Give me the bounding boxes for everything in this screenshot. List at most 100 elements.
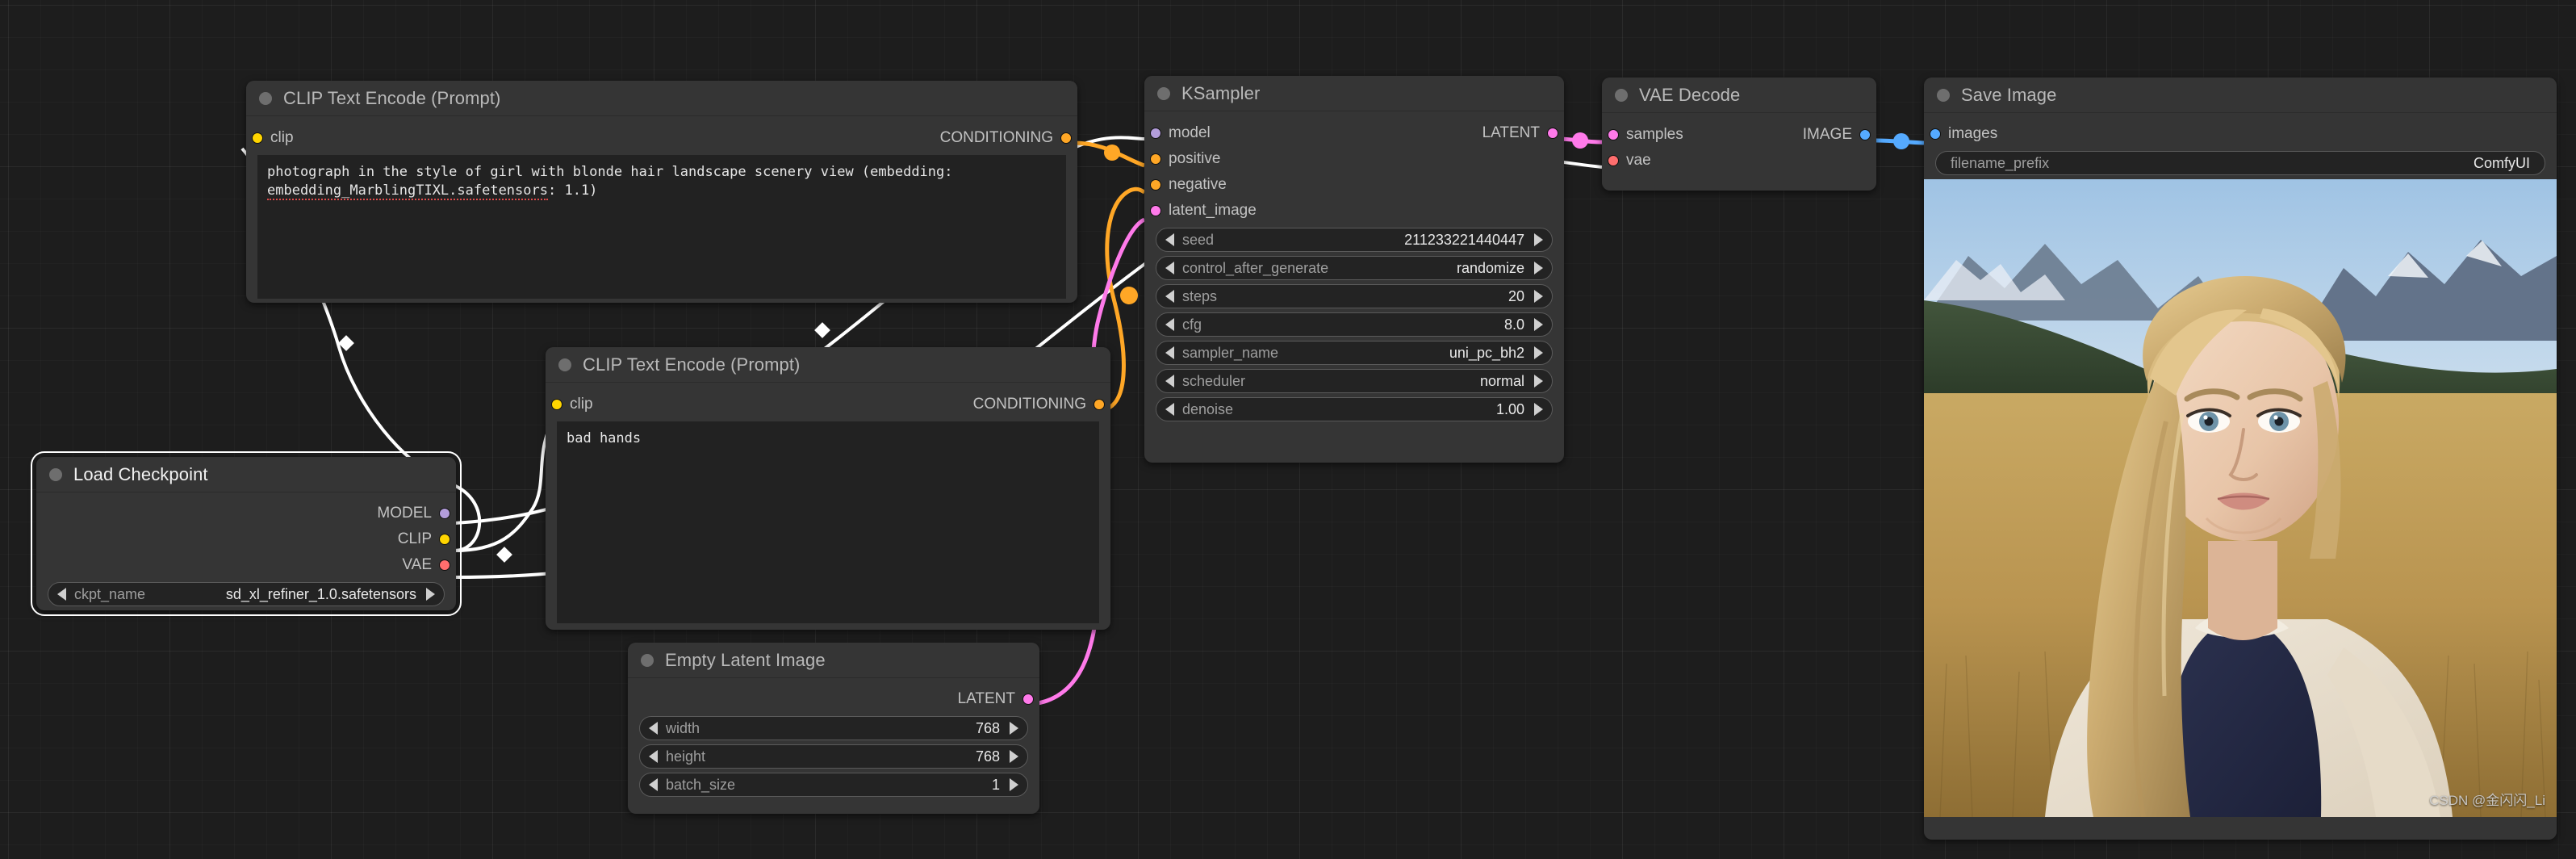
decrement-arrow-icon[interactable] <box>57 588 66 601</box>
model-port-icon[interactable] <box>1150 127 1161 139</box>
comfyui-canvas[interactable]: CLIP Text Encode (Prompt) clip CONDITION… <box>0 0 2576 859</box>
decrement-arrow-icon[interactable] <box>1165 290 1174 303</box>
node-title-bar[interactable]: Empty Latent Image <box>628 643 1039 678</box>
widget-width[interactable]: width 768 <box>639 716 1028 740</box>
node-title-bar[interactable]: VAE Decode <box>1602 78 1876 113</box>
latent-port-icon[interactable] <box>1608 128 1619 140</box>
input-slot-positive[interactable]: positive <box>1144 146 1564 172</box>
increment-arrow-icon[interactable] <box>426 588 435 601</box>
node-body: clip CONDITIONING photograph in the styl… <box>246 116 1077 310</box>
node-title-bar[interactable]: KSampler <box>1144 76 1564 111</box>
clip-port-icon[interactable] <box>252 132 263 144</box>
image-port-icon[interactable] <box>1859 128 1871 140</box>
conditioning-port-icon[interactable] <box>1150 179 1161 191</box>
widget-scheduler[interactable]: scheduler normal <box>1156 369 1553 393</box>
node-save-image[interactable]: Save Image images filename_prefix ComfyU… <box>1924 78 2557 840</box>
input-slot-latent-image[interactable]: latent_image <box>1144 198 1564 224</box>
node-empty-latent-image[interactable]: Empty Latent Image LATENT width 768 heig… <box>628 643 1039 814</box>
node-title-bar[interactable]: Save Image <box>1924 78 2557 113</box>
input-slot-clip[interactable]: clip <box>546 391 593 418</box>
decrement-arrow-icon[interactable] <box>1165 403 1174 416</box>
collapse-dot-icon[interactable] <box>641 653 654 667</box>
collapse-dot-icon[interactable] <box>49 467 62 481</box>
widget-denoise[interactable]: denoise 1.00 <box>1156 397 1553 421</box>
image-port-icon[interactable] <box>1930 128 1941 140</box>
decrement-arrow-icon[interactable] <box>1165 233 1174 246</box>
widget-cfg[interactable]: cfg 8.0 <box>1156 312 1553 337</box>
node-ksampler[interactable]: KSampler model LATENT positive negative <box>1144 76 1564 463</box>
input-slot-model[interactable]: model <box>1144 119 1211 146</box>
output-slot-label: VAE <box>402 556 432 573</box>
increment-arrow-icon[interactable] <box>1534 403 1543 416</box>
prompt-textarea[interactable]: photograph in the style of girl with blo… <box>257 155 1066 299</box>
widget-steps[interactable]: steps 20 <box>1156 284 1553 308</box>
output-slot-vae[interactable]: VAE <box>36 552 456 578</box>
link-midpoint-dot <box>1893 133 1909 149</box>
node-title-text: Save Image <box>1961 84 2057 105</box>
decrement-arrow-icon[interactable] <box>649 778 658 791</box>
increment-arrow-icon[interactable] <box>1010 778 1018 791</box>
output-slot-conditioning[interactable]: CONDITIONING <box>940 124 1077 152</box>
decrement-arrow-icon[interactable] <box>649 722 658 735</box>
increment-arrow-icon[interactable] <box>1534 318 1543 331</box>
decrement-arrow-icon[interactable] <box>1165 318 1174 331</box>
decrement-arrow-icon[interactable] <box>1165 346 1174 359</box>
collapse-dot-icon[interactable] <box>558 358 571 371</box>
output-slot-clip[interactable]: CLIP <box>36 526 456 552</box>
increment-arrow-icon[interactable] <box>1534 262 1543 274</box>
latent-port-icon[interactable] <box>1547 127 1558 139</box>
prompt-textarea[interactable]: bad hands <box>557 421 1099 623</box>
increment-arrow-icon[interactable] <box>1534 346 1543 359</box>
widget-value: ComfyUI <box>2473 154 2530 171</box>
collapse-dot-icon[interactable] <box>259 91 272 105</box>
input-slot-samples[interactable]: samples <box>1602 121 1683 148</box>
input-slot-clip[interactable]: clip <box>246 124 294 152</box>
node-title-text: CLIP Text Encode (Prompt) <box>583 354 801 375</box>
input-slot-negative[interactable]: negative <box>1144 172 1564 198</box>
output-slot-image[interactable]: IMAGE <box>1803 121 1876 148</box>
output-slot-latent[interactable]: LATENT <box>628 686 1039 712</box>
node-clip-text-encode-negative[interactable]: CLIP Text Encode (Prompt) clip CONDITION… <box>546 347 1110 630</box>
widget-seed[interactable]: seed 211233221440447 <box>1156 228 1553 252</box>
clip-port-icon[interactable] <box>551 399 562 410</box>
decrement-arrow-icon[interactable] <box>649 750 658 763</box>
widget-ckpt-name[interactable]: ckpt_name sd_xl_refiner_1.0.safetensors <box>48 582 445 606</box>
output-slot-model[interactable]: MODEL <box>36 501 456 526</box>
vae-port-icon[interactable] <box>1608 155 1619 166</box>
output-slot-latent[interactable]: LATENT <box>1482 119 1564 146</box>
collapse-dot-icon[interactable] <box>1615 88 1628 102</box>
widget-filename-prefix[interactable]: filename_prefix ComfyUI <box>1935 151 2545 175</box>
decrement-arrow-icon[interactable] <box>1165 375 1174 388</box>
node-title-bar[interactable]: CLIP Text Encode (Prompt) <box>246 81 1077 116</box>
vae-port-icon[interactable] <box>439 559 450 571</box>
conditioning-port-icon[interactable] <box>1060 132 1072 144</box>
node-load-checkpoint[interactable]: Load Checkpoint MODEL CLIP VAE ckpt_name… <box>31 451 462 616</box>
collapse-dot-icon[interactable] <box>1157 86 1170 100</box>
widget-value: sd_xl_refiner_1.0.safetensors <box>225 585 416 602</box>
input-slot-vae[interactable]: vae <box>1602 148 1876 174</box>
widget-control-after-generate[interactable]: control_after_generate randomize <box>1156 256 1553 280</box>
model-port-icon[interactable] <box>439 508 450 519</box>
output-slot-conditioning[interactable]: CONDITIONING <box>973 391 1110 418</box>
widget-batch-size[interactable]: batch_size 1 <box>639 773 1028 797</box>
node-title-bar[interactable]: Load Checkpoint <box>36 457 456 492</box>
input-slot-images[interactable]: images <box>1924 121 2557 147</box>
conditioning-port-icon[interactable] <box>1150 153 1161 165</box>
increment-arrow-icon[interactable] <box>1534 375 1543 388</box>
generated-image-preview[interactable]: CSDN @金闪闪_Li <box>1924 179 2557 817</box>
widget-sampler-name[interactable]: sampler_name uni_pc_bh2 <box>1156 341 1553 365</box>
increment-arrow-icon[interactable] <box>1010 722 1018 735</box>
clip-port-icon[interactable] <box>439 534 450 545</box>
widget-height[interactable]: height 768 <box>639 744 1028 769</box>
decrement-arrow-icon[interactable] <box>1165 262 1174 274</box>
node-vae-decode[interactable]: VAE Decode samples IMAGE vae <box>1602 78 1876 191</box>
node-title-bar[interactable]: CLIP Text Encode (Prompt) <box>546 347 1110 383</box>
collapse-dot-icon[interactable] <box>1937 88 1950 102</box>
latent-port-icon[interactable] <box>1150 205 1161 216</box>
conditioning-port-icon[interactable] <box>1094 399 1105 410</box>
node-clip-text-encode-positive[interactable]: CLIP Text Encode (Prompt) clip CONDITION… <box>246 81 1077 303</box>
increment-arrow-icon[interactable] <box>1534 233 1543 246</box>
latent-port-icon[interactable] <box>1022 693 1034 705</box>
increment-arrow-icon[interactable] <box>1534 290 1543 303</box>
increment-arrow-icon[interactable] <box>1010 750 1018 763</box>
